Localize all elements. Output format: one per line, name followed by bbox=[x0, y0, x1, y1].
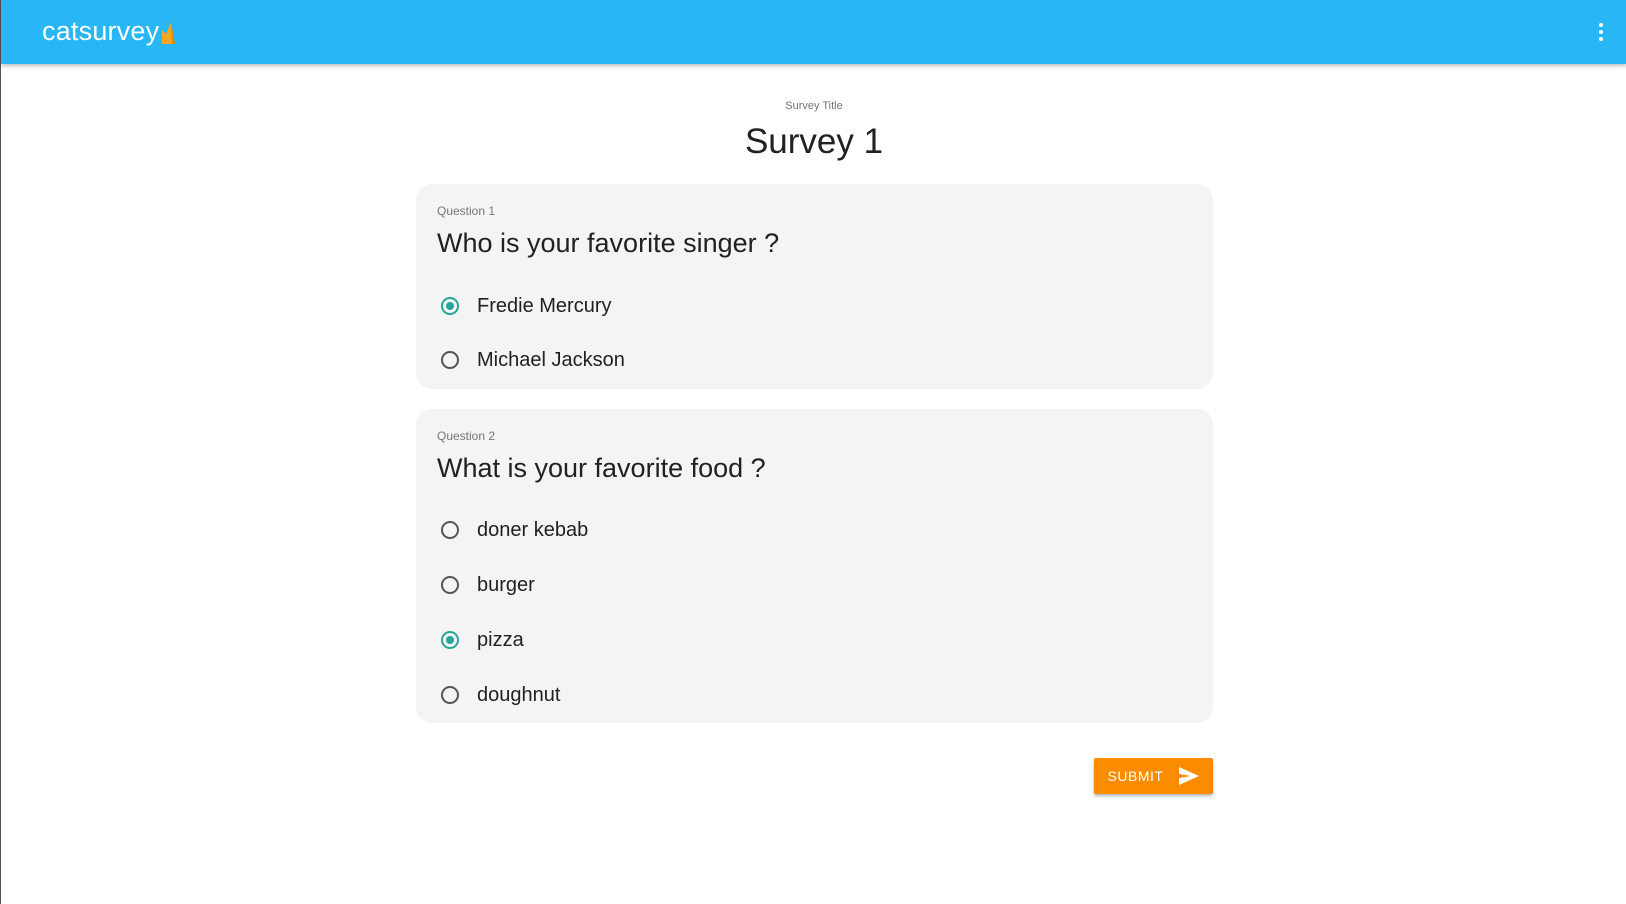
app-window: catsurvey Survey Title Survey 1 Question… bbox=[0, 0, 1626, 904]
option-doner-kebab[interactable]: doner kebab bbox=[441, 515, 588, 545]
radio-button[interactable] bbox=[441, 576, 459, 594]
option-label: burger bbox=[477, 573, 535, 596]
send-icon bbox=[1179, 767, 1200, 785]
option-label: Fredie Mercury bbox=[477, 294, 612, 317]
option-label: pizza bbox=[477, 628, 524, 651]
question-text: Who is your favorite singer ? bbox=[437, 228, 780, 258]
radio-button-checked[interactable] bbox=[441, 631, 459, 649]
question-label: Question 2 bbox=[437, 429, 496, 443]
question-card-2: Question 2 What is your favorite food ? … bbox=[416, 409, 1213, 723]
app-bar: catsurvey bbox=[1, 0, 1626, 64]
brand-logo[interactable]: catsurvey bbox=[42, 16, 176, 47]
option-fredie-mercury[interactable]: Fredie Mercury bbox=[441, 291, 611, 321]
option-doughnut[interactable]: doughnut bbox=[441, 680, 560, 710]
option-label: doner kebab bbox=[477, 518, 589, 541]
radio-button[interactable] bbox=[441, 521, 459, 539]
more-vert-icon[interactable] bbox=[1593, 18, 1609, 46]
cat-ear-icon bbox=[162, 22, 176, 44]
radio-button[interactable] bbox=[441, 351, 459, 369]
submit-button[interactable]: SUBMIT bbox=[1094, 758, 1213, 794]
survey-title: Survey 1 bbox=[744, 122, 884, 161]
brand-name: catsurvey bbox=[42, 16, 160, 46]
option-label: doughnut bbox=[477, 683, 561, 706]
survey-title-caption: Survey Title bbox=[785, 100, 843, 112]
question-card-1: Question 1 Who is your favorite singer ?… bbox=[416, 184, 1213, 389]
radio-button-checked[interactable] bbox=[441, 297, 459, 315]
option-pizza[interactable]: pizza bbox=[441, 625, 524, 655]
option-burger[interactable]: burger bbox=[441, 570, 535, 600]
option-michael-jackson[interactable]: Michael Jackson bbox=[441, 345, 625, 375]
question-text: What is your favorite food ? bbox=[437, 453, 766, 483]
radio-button[interactable] bbox=[441, 686, 459, 704]
question-label: Question 1 bbox=[437, 204, 496, 218]
option-label: Michael Jackson bbox=[477, 348, 625, 371]
submit-label: SUBMIT bbox=[1107, 768, 1164, 784]
